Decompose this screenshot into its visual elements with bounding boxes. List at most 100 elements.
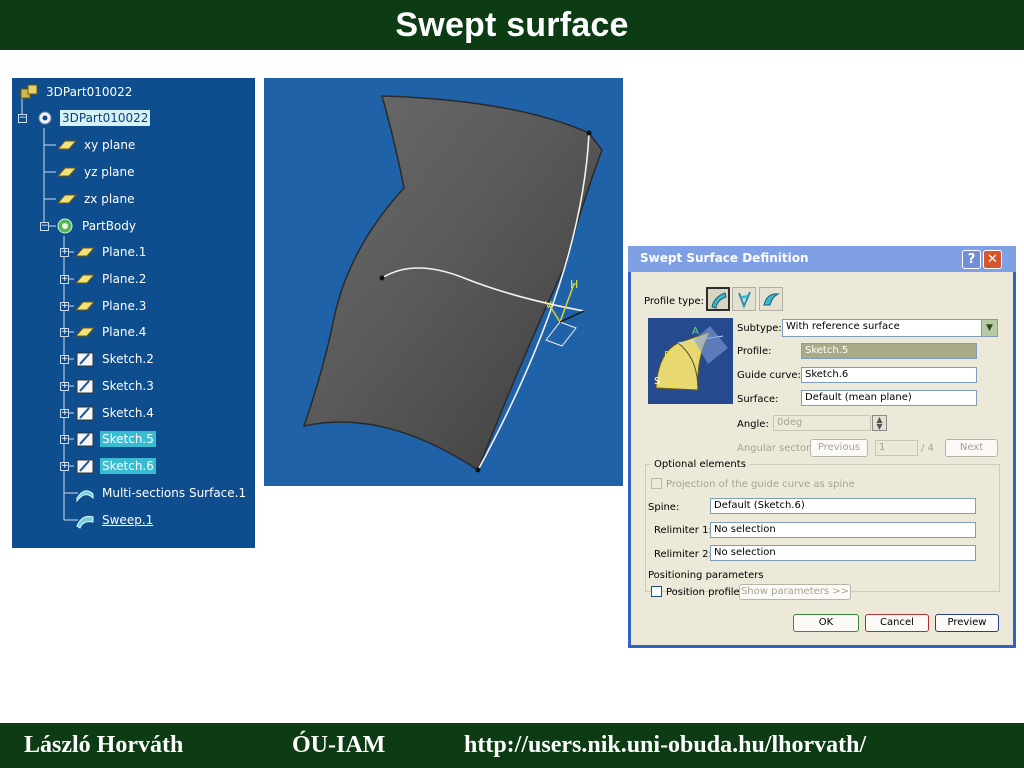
- part-gear-icon: [38, 111, 52, 125]
- dialog-title: Swept Surface Definition: [640, 251, 809, 265]
- slide-title: Swept surface: [395, 6, 629, 44]
- dialog-titlebar[interactable]: Swept Surface Definition ? ✕: [628, 246, 1016, 272]
- axis-h-label: H: [570, 278, 578, 291]
- tree-item-yz-plane[interactable]: yz plane: [56, 162, 137, 182]
- tree-item-plane-1[interactable]: Plane.1: [74, 242, 148, 262]
- cancel-button[interactable]: Cancel: [865, 614, 929, 632]
- footer-url[interactable]: http://users.nik.uni-obuda.hu/lhorvath/: [464, 729, 866, 761]
- slide-header: Swept surface: [0, 0, 1024, 50]
- tree-item-sketch-4[interactable]: Sketch.4: [74, 403, 156, 423]
- subtype-select[interactable]: With reference surface ▼: [782, 319, 998, 337]
- show-parameters-button[interactable]: Show parameters >>: [739, 584, 851, 600]
- expander-icon[interactable]: +: [60, 382, 69, 391]
- tree-item-part[interactable]: 3DPart010022: [34, 108, 151, 128]
- tree-item-sketch-5[interactable]: Sketch.5: [74, 429, 156, 449]
- swept-surface-render: H V: [302, 95, 603, 473]
- plane-icon: [74, 274, 96, 284]
- tree-item-plane-2[interactable]: Plane.2: [74, 269, 148, 289]
- guide-curve-label: Guide curve:: [737, 370, 801, 381]
- preview-button[interactable]: Preview: [935, 614, 999, 632]
- tree-item-zx-plane[interactable]: zx plane: [56, 189, 137, 209]
- sketch-icon: [76, 379, 94, 394]
- axis-v-label: V: [545, 300, 552, 311]
- plane-icon: [56, 140, 78, 150]
- tree-item-label: Plane.1: [102, 245, 147, 259]
- sketch-icon: [76, 406, 94, 421]
- tree-item-sketch-6[interactable]: Sketch.6: [74, 456, 156, 476]
- tree-item-multi-sections-surface[interactable]: Multi-sections Surface.1: [74, 483, 248, 503]
- plane-icon: [74, 247, 96, 257]
- tree-item-plane-4[interactable]: Plane.4: [74, 322, 148, 342]
- angular-sector-label: Angular sector:: [737, 443, 814, 454]
- tree-item-label: Sketch.4: [102, 406, 154, 420]
- relimiter-2-label: Relimiter 2:: [654, 549, 712, 560]
- position-profile-checkbox[interactable]: [651, 586, 662, 597]
- projection-checkbox[interactable]: [651, 478, 662, 489]
- close-button[interactable]: ✕: [983, 250, 1002, 269]
- expander-icon[interactable]: +: [60, 275, 69, 284]
- relimiter-1-label: Relimiter 1:: [654, 525, 712, 536]
- expander-icon[interactable]: +: [60, 409, 69, 418]
- guide-curve-field[interactable]: Sketch.6: [801, 367, 977, 383]
- profile-type-explicit-button[interactable]: [706, 287, 730, 311]
- next-button[interactable]: Next: [945, 439, 998, 457]
- profile-preview-image: A P S G: [648, 318, 733, 404]
- optional-elements-title: Optional elements: [651, 458, 749, 471]
- expander-icon[interactable]: +: [60, 462, 69, 471]
- tree-item-product[interactable]: 3DPart010022: [18, 82, 134, 102]
- plane-icon: [74, 301, 96, 311]
- profile-end-point: [379, 275, 385, 281]
- profile-type-label: Profile type:: [644, 296, 704, 307]
- angle-field[interactable]: 0deg: [773, 415, 871, 431]
- tree-item-plane-3[interactable]: Plane.3: [74, 296, 148, 316]
- projection-label: Projection of the guide curve as spine: [666, 479, 855, 490]
- preview-label-s: S: [654, 376, 660, 387]
- positioning-parameters-title: Positioning parameters: [648, 569, 767, 582]
- preview-label-a: A: [692, 326, 699, 337]
- tree-item-sketch-3[interactable]: Sketch.3: [74, 376, 156, 396]
- footer-org: ÓU-IAM: [292, 732, 386, 758]
- plane-icon: [56, 167, 78, 177]
- line-profile-icon: [738, 291, 751, 309]
- sketch-icon: [76, 352, 94, 367]
- tree-item-sweep-1[interactable]: Sweep.1: [74, 510, 155, 530]
- tree-item-xy-plane[interactable]: xy plane: [56, 135, 137, 155]
- expander-icon[interactable]: +: [60, 328, 69, 337]
- surface-field[interactable]: Default (mean plane): [801, 390, 977, 406]
- spine-field[interactable]: Default (Sketch.6): [710, 498, 976, 514]
- chevron-down-icon[interactable]: ▼: [981, 320, 997, 336]
- expander-icon[interactable]: −: [18, 114, 27, 123]
- preview-label-p: P: [664, 350, 670, 361]
- ok-button[interactable]: OK: [793, 614, 859, 632]
- expander-icon[interactable]: +: [60, 435, 69, 444]
- angular-sector-field[interactable]: 1: [875, 440, 918, 456]
- footer-author: László Horváth: [24, 732, 184, 758]
- profile-type-circle-button[interactable]: [759, 287, 783, 311]
- help-button[interactable]: ?: [962, 250, 981, 269]
- tree-item-label: Plane.3: [102, 299, 147, 313]
- previous-button[interactable]: Previous: [810, 439, 868, 457]
- specification-tree[interactable]: − − + + + + + + + + + 3DPart010022 3DPar…: [12, 78, 255, 548]
- profile-type-line-button[interactable]: [732, 287, 756, 311]
- tree-item-label: yz plane: [84, 165, 135, 179]
- product-icon: [20, 84, 38, 99]
- surface-body: [302, 95, 603, 472]
- expander-icon[interactable]: +: [60, 302, 69, 311]
- tree-item-label: Sketch.6: [100, 458, 156, 474]
- circle-profile-icon: [763, 293, 780, 306]
- expander-icon[interactable]: +: [60, 248, 69, 257]
- tree-item-label: 3DPart010022: [46, 85, 133, 99]
- profile-field[interactable]: Sketch.5: [801, 343, 977, 359]
- relimiter-1-field[interactable]: No selection: [710, 522, 976, 538]
- tree-item-partbody[interactable]: PartBody: [54, 216, 138, 236]
- 3d-viewport[interactable]: H V: [264, 78, 623, 486]
- tree-item-sketch-2[interactable]: Sketch.2: [74, 349, 156, 369]
- sketch-icon: [76, 459, 94, 474]
- tree-item-label: Plane.2: [102, 272, 147, 286]
- angle-spinner-icon[interactable]: ▲ ▼: [872, 415, 887, 431]
- swept-surface-definition-dialog: Swept Surface Definition ? ✕ Profile typ…: [628, 246, 1016, 648]
- expander-icon[interactable]: −: [40, 222, 49, 231]
- relimiter-2-field[interactable]: No selection: [710, 545, 976, 561]
- expander-icon[interactable]: +: [60, 355, 69, 364]
- position-profile-label: Position profile: [666, 587, 740, 598]
